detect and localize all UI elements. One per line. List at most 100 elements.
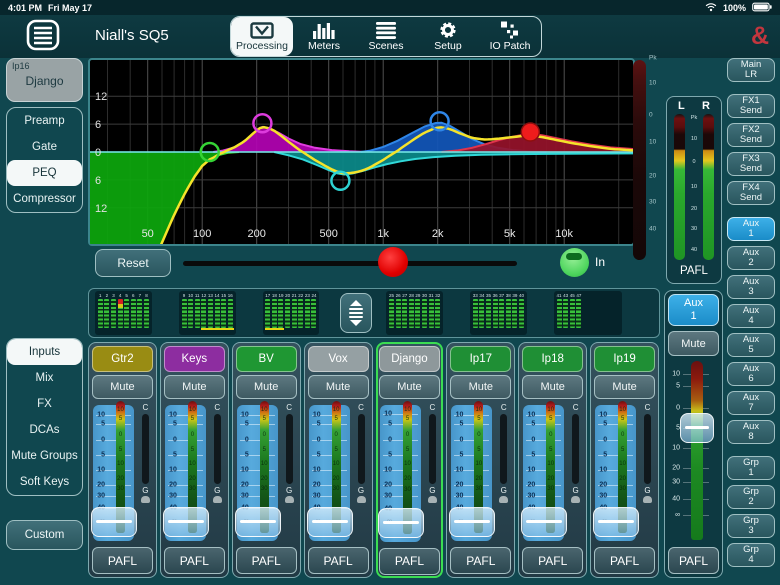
mix-select-main-lr[interactable]: Main LR: [727, 58, 775, 82]
fader-cap[interactable]: [378, 508, 424, 538]
pan-bar[interactable]: [358, 414, 365, 484]
aux-master-name-button[interactable]: Aux 1: [668, 294, 719, 326]
pan-bar[interactable]: [142, 414, 149, 484]
meter-bank-spinner[interactable]: [340, 293, 372, 333]
mute-button[interactable]: Mute: [308, 375, 369, 399]
mix-select-grp-2[interactable]: Grp 2: [727, 485, 775, 509]
processing-tab-preamp[interactable]: Preamp: [7, 108, 82, 134]
pafl-button[interactable]: PAFL: [92, 547, 153, 574]
bank-tab-inputs[interactable]: Inputs: [7, 339, 82, 365]
tab-meters[interactable]: Meters: [293, 17, 355, 56]
mute-button[interactable]: Mute: [522, 375, 583, 399]
bank-tab-soft-keys[interactable]: Soft Keys: [7, 469, 82, 495]
menu-button[interactable]: [26, 19, 60, 51]
custom-layer-button[interactable]: Custom: [6, 520, 83, 550]
pafl-button[interactable]: PAFL: [236, 547, 297, 574]
mix-select-grp-3[interactable]: Grp 3: [727, 514, 775, 538]
mix-select-grp-4[interactable]: Grp 4: [727, 543, 775, 567]
meter-group-4: 2526272829303132: [386, 291, 443, 335]
mix-select-fx4-send[interactable]: FX4 Send: [727, 181, 775, 205]
aux-master-pafl-button[interactable]: PAFL: [668, 547, 719, 574]
pan-bar[interactable]: [214, 414, 221, 484]
pafl-button[interactable]: PAFL: [522, 547, 583, 574]
processing-tab-peq[interactable]: PEQ: [7, 160, 82, 186]
meter-channel-number: 38: [506, 292, 511, 299]
band-4-handle[interactable]: [521, 123, 539, 141]
meter-led-column: [118, 299, 123, 328]
mix-select-aux-6[interactable]: Aux 6: [727, 362, 775, 386]
mix-select-fx3-send[interactable]: FX3 Send: [727, 152, 775, 176]
fader-cap[interactable]: [163, 507, 209, 537]
mix-select-aux-3[interactable]: Aux 3: [727, 275, 775, 299]
bank-tab-fx[interactable]: FX: [7, 391, 82, 417]
tab-processing[interactable]: Processing: [231, 17, 293, 56]
meter-scale-label: 30: [260, 486, 269, 492]
mute-button[interactable]: Mute: [379, 375, 440, 399]
pafl-button[interactable]: PAFL: [594, 547, 655, 574]
fader-cap[interactable]: [91, 507, 137, 537]
mute-button[interactable]: Mute: [236, 375, 297, 399]
selected-channel-button[interactable]: Ip16 Django: [6, 58, 83, 102]
tab-io-patch[interactable]: IO Patch: [479, 17, 541, 56]
processing-tab-compressor[interactable]: Compressor: [7, 186, 82, 212]
fader-cap[interactable]: [235, 507, 281, 537]
peq-in-toggle[interactable]: [560, 248, 589, 277]
aux-fader-scale-label: 10: [668, 444, 680, 451]
pan-bar[interactable]: [429, 414, 436, 485]
tab-setup[interactable]: Setup: [417, 17, 479, 56]
mix-select-fx2-send[interactable]: FX2 Send: [727, 123, 775, 147]
aux-master-mute-button[interactable]: Mute: [668, 331, 719, 356]
band-frequency-slider-track[interactable]: [183, 261, 517, 266]
mix-select-aux-1[interactable]: Aux 1: [727, 217, 775, 241]
pafl-button[interactable]: PAFL: [450, 547, 511, 574]
meter-led-column: [570, 299, 575, 328]
pafl-button[interactable]: PAFL: [164, 547, 225, 574]
fader-cap[interactable]: [307, 507, 353, 537]
mix-select-grp-1[interactable]: Grp 1: [727, 456, 775, 480]
meter-scale-label: 20: [332, 476, 341, 482]
pafl-button[interactable]: PAFL: [308, 547, 369, 574]
bank-tab-dcas[interactable]: DCAs: [7, 417, 82, 443]
meter-led-column: [131, 299, 136, 328]
mix-select-fx1-send[interactable]: FX1 Send: [727, 94, 775, 118]
fader-cap[interactable]: [449, 507, 495, 537]
pan-bar[interactable]: [572, 414, 579, 484]
channel-name-button-vox[interactable]: Vox: [308, 346, 369, 372]
mix-select-aux-5[interactable]: Aux 5: [727, 333, 775, 357]
pan-bar[interactable]: [500, 414, 507, 484]
aux-master-fader-cap[interactable]: [680, 413, 714, 443]
mute-button[interactable]: Mute: [92, 375, 153, 399]
meter-channel-number: 32: [435, 292, 440, 299]
y-axis-label: 0: [95, 147, 101, 159]
meter-led-column: [208, 299, 213, 328]
meter-channel-number: 26: [396, 292, 401, 299]
mix-select-aux-4[interactable]: Aux 4: [727, 304, 775, 328]
mute-button[interactable]: Mute: [164, 375, 225, 399]
channel-name-button-django[interactable]: Django: [379, 346, 440, 372]
pafl-button[interactable]: PAFL: [379, 548, 440, 575]
mute-button[interactable]: Mute: [594, 375, 655, 399]
channel-name-button-bv[interactable]: BV: [236, 346, 297, 372]
mix-select-aux-8[interactable]: Aux 8: [727, 420, 775, 444]
fader-cap[interactable]: [593, 507, 639, 537]
band-frequency-slider-knob[interactable]: [378, 247, 408, 277]
main-lr-left-meter: [674, 114, 685, 260]
fader-cap[interactable]: [521, 507, 567, 537]
processing-tab-gate[interactable]: Gate: [7, 134, 82, 160]
channel-name-button-ip17[interactable]: Ip17: [450, 346, 511, 372]
pan-bar[interactable]: [286, 414, 293, 484]
meter-led-column: [137, 299, 142, 328]
mix-select-aux-2[interactable]: Aux 2: [727, 246, 775, 270]
main-lr-meter-panel[interactable]: L R Pk10010203040 PAFL: [666, 96, 722, 284]
mix-select-aux-7[interactable]: Aux 7: [727, 391, 775, 415]
bank-tab-mix[interactable]: Mix: [7, 365, 82, 391]
pan-bar[interactable]: [644, 414, 651, 484]
peq-reset-button[interactable]: Reset: [95, 249, 171, 277]
channel-name-button-keys[interactable]: Keys: [164, 346, 225, 372]
tab-scenes[interactable]: Scenes: [355, 17, 417, 56]
channel-name-button-ip18[interactable]: Ip18: [522, 346, 583, 372]
channel-name-button-gtr2[interactable]: Gtr2: [92, 346, 153, 372]
mute-button[interactable]: Mute: [450, 375, 511, 399]
channel-name-button-ip19[interactable]: Ip19: [594, 346, 655, 372]
bank-tab-mute-groups[interactable]: Mute Groups: [7, 443, 82, 469]
